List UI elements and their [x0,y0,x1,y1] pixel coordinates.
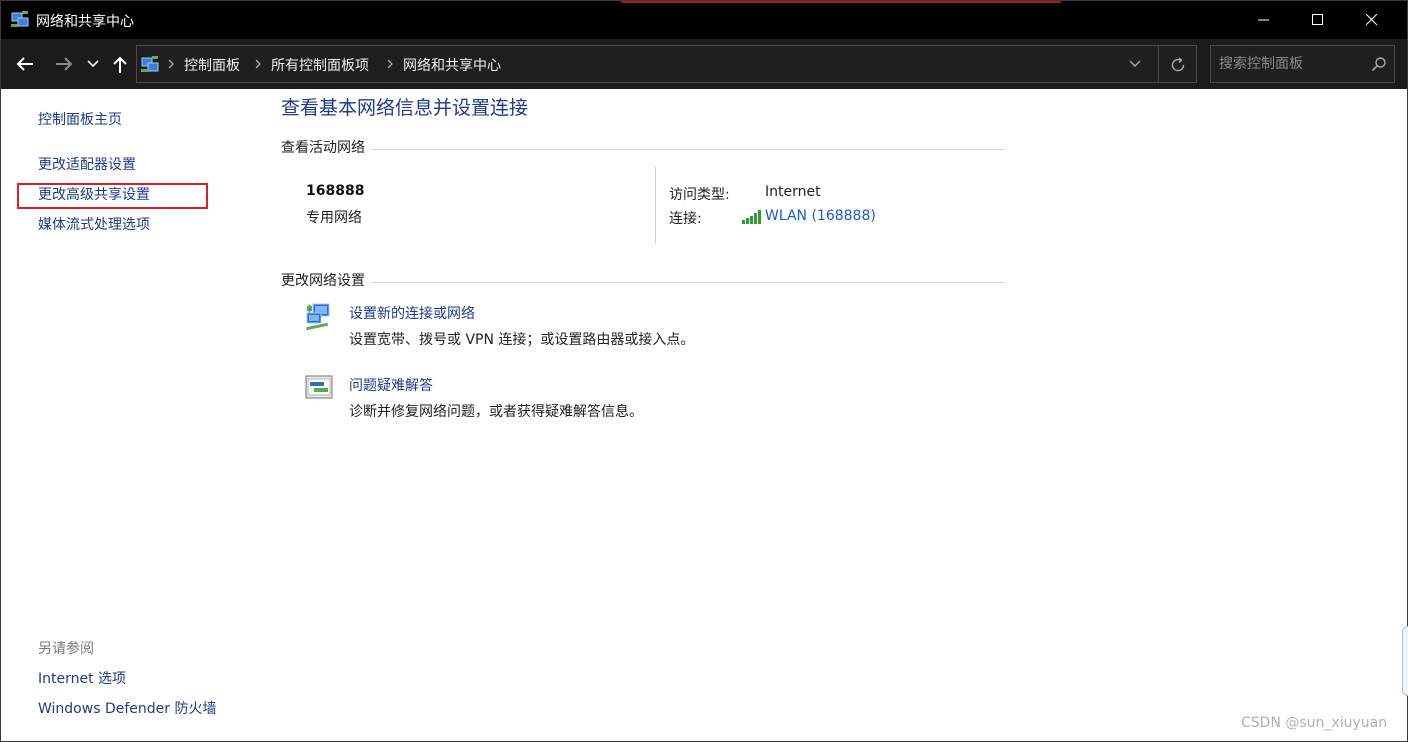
window-title: 网络和共享中心 [36,14,134,30]
chevron-right-icon [255,59,261,69]
maximize-icon [1312,14,1323,25]
search-box [1210,45,1395,83]
section-divider [281,149,1005,150]
breadcrumb-control-panel[interactable]: 控制面板 [184,55,240,75]
see-also-heading: 另请参阅 [38,641,94,657]
link-media-streaming-options[interactable]: 媒体流式处理选项 [38,214,150,234]
section-divider [281,282,1005,283]
address-dropdown-button[interactable] [1122,55,1148,73]
access-type-value: Internet [765,184,821,200]
active-networks-heading: 查看活动网络 [281,137,371,157]
navigation-bar: 控制面板 所有控制面板项 网络和共享中心 [1,39,1407,89]
side-panel-tab[interactable] [1402,626,1408,696]
chevron-right-icon [387,59,393,69]
highlight-annotation-box [17,183,208,209]
link-windows-defender-firewall[interactable]: Windows Defender 防火墙 [38,698,216,718]
watermark: CSDN @sun_xiuyuan [1241,715,1388,731]
connection-label: 连接: [669,211,702,227]
up-arrow-icon [113,56,127,73]
troubleshoot-icon [305,375,333,399]
control-panel-icon [141,56,159,72]
maximize-button[interactable] [1295,1,1341,39]
link-change-adapter-settings[interactable]: 更改适配器设置 [38,154,136,174]
task-troubleshoot-description: 诊断并修复网络问题，或者获得疑难解答信息。 [349,404,643,420]
network-center-icon [11,11,29,27]
page-title: 查看基本网络信息并设置连接 [281,97,529,119]
chevron-right-icon [168,59,174,69]
refresh-icon [1171,57,1185,72]
title-bar: 网络和共享中心 [1,1,1407,39]
minimize-icon [1258,19,1269,21]
chevron-down-icon [1129,60,1141,67]
up-button[interactable] [107,51,133,77]
change-settings-heading: 更改网络设置 [281,270,371,290]
address-divider [1158,46,1159,82]
access-type-label: 访问类型: [669,187,730,203]
search-input[interactable] [1219,53,1369,75]
link-internet-options[interactable]: Internet 选项 [38,668,126,688]
search-icon[interactable] [1371,56,1387,72]
breadcrumb-all-items[interactable]: 所有控制面板项 [271,55,369,75]
link-control-panel-home[interactable]: 控制面板主页 [38,109,122,129]
task-setup-description: 设置宽带、拨号或 VPN 连接；或设置路由器或接入点。 [349,332,695,348]
network-name: 168888 [306,183,365,199]
network-sharing-center-window: 网络和共享中心 控制面板 所有控制面板项 网络和共享中心 搜索控制面板 控制面板… [0,0,1408,742]
back-button[interactable] [12,51,38,77]
minimize-button[interactable] [1241,1,1287,39]
wlan-connection-link[interactable]: WLAN (168888) [765,208,876,224]
network-type[interactable]: 专用网络 [306,207,362,227]
task-setup-new-connection[interactable]: 设置新的连接或网络 [349,303,475,323]
forward-arrow-icon [56,57,73,71]
vertical-divider [655,166,656,244]
breadcrumb-network-center[interactable]: 网络和共享中心 [403,55,501,75]
refresh-button[interactable] [1167,54,1189,76]
close-button[interactable] [1349,1,1395,39]
chevron-down-icon [87,60,99,68]
back-arrow-icon [16,57,33,71]
close-icon [1366,14,1378,26]
wifi-signal-icon [742,210,761,224]
recent-locations-button[interactable] [83,51,103,77]
accent-line [621,1,1061,3]
forward-button[interactable] [51,51,77,77]
address-bar[interactable]: 控制面板 所有控制面板项 网络和共享中心 [136,45,1197,83]
network-setup-icon [306,303,330,331]
task-troubleshoot[interactable]: 问题疑难解答 [349,375,433,395]
